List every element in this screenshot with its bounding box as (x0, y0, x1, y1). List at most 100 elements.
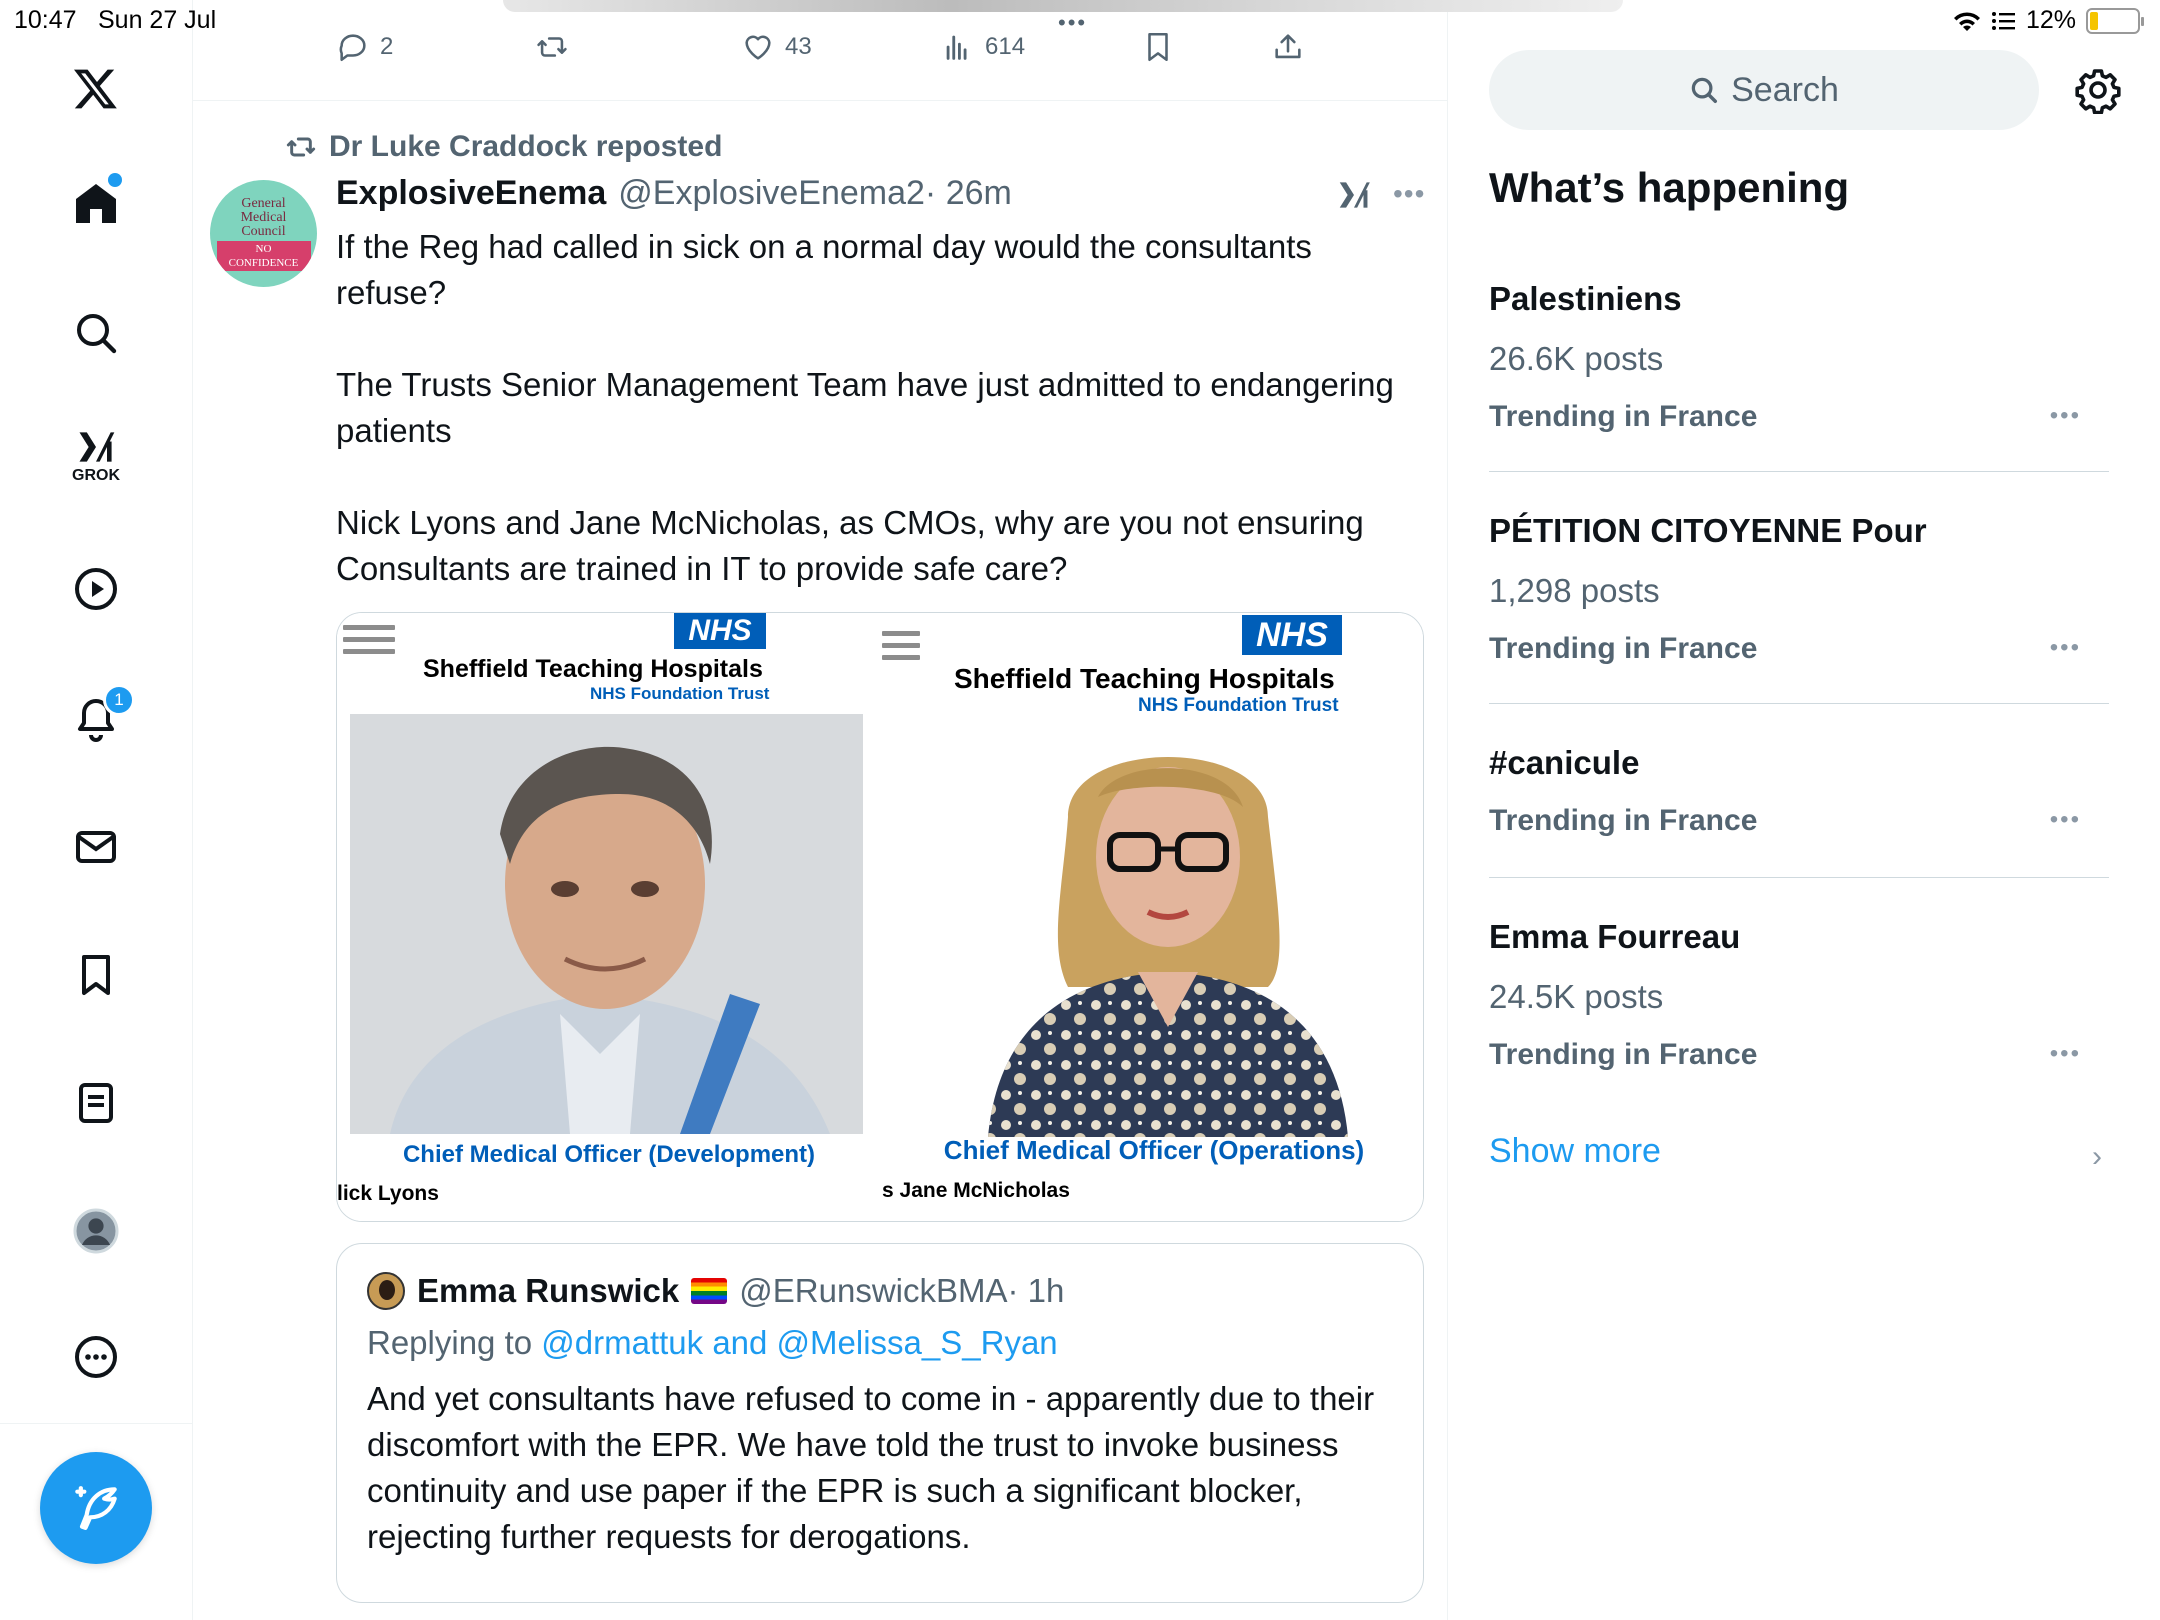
tweet-body: If the Reg had called in sick on a norma… (336, 224, 1416, 592)
nav-divider (0, 1423, 193, 1424)
show-more-link[interactable]: Show more (1489, 1132, 1661, 1171)
wifi-icon (1953, 11, 1980, 31)
home-icon[interactable] (61, 168, 131, 238)
tweet-paragraph: The Trusts Senior Management Team have j… (336, 366, 1394, 449)
status-time: 10:47 (14, 6, 77, 34)
settings-gear-icon[interactable] (2074, 66, 2122, 115)
profile-avatar-icon[interactable] (61, 1196, 131, 1266)
video-play-icon[interactable] (61, 554, 131, 624)
trend-context: Trending in France (1489, 1038, 1758, 1071)
tweet-divider (193, 100, 1448, 101)
lists-icon[interactable] (61, 1068, 131, 1138)
avatar-text-line: Medical (240, 209, 287, 225)
grok-explain-icon[interactable] (1335, 176, 1373, 219)
quoted-author-avatar[interactable] (367, 1272, 405, 1310)
trend-context: Trending in France (1489, 632, 1758, 665)
quoted-tweet-header: Emma Runswick @ERunswickBMA · 1h (367, 1272, 1393, 1310)
trend-name: #canicule (1489, 744, 1640, 781)
trend-divider (1489, 877, 2109, 878)
replying-to-prefix: Replying to (367, 1324, 533, 1361)
search-icon (1691, 77, 1718, 103)
messages-mail-icon[interactable] (61, 812, 131, 882)
quoted-author-name[interactable]: Emma Runswick (417, 1272, 679, 1310)
trend-more-options-icon[interactable]: ••• (2050, 806, 2081, 834)
trend-item[interactable]: PÉTITION CITOYENNE Pour 1,298 posts Tren… (1489, 512, 2109, 666)
trend-count: 1,298 posts (1489, 572, 1660, 609)
tweet-header: ExplosiveEnema @ExplosiveEnema2 · 26m (336, 174, 1012, 213)
status-right: 12% (1952, 6, 2144, 35)
search-icon[interactable] (61, 298, 131, 368)
bookmarks-icon[interactable] (61, 940, 131, 1010)
role-caption: Chief Medical Officer (Development) (402, 1141, 816, 1168)
photo-woman (968, 727, 1368, 1137)
nhs-logo: NHS (674, 613, 766, 649)
trend-more-options-icon[interactable]: ••• (2050, 402, 2081, 430)
trend-name: PÉTITION CITOYENNE Pour (1489, 512, 1927, 549)
grok-icon[interactable]: GROK (61, 420, 131, 490)
trend-context: Trending in France (1489, 400, 1758, 433)
trend-more-options-icon[interactable]: ••• (2050, 1040, 2081, 1068)
hospital-name: Sheffield Teaching Hospitals (954, 663, 1335, 694)
hamburger-menu-icon (343, 625, 395, 655)
search-placeholder: Search (1731, 70, 1839, 109)
repost-small-icon (286, 137, 316, 157)
notifications-bell-icon[interactable]: 1 (61, 684, 135, 754)
rainbow-flag-icon (691, 1278, 728, 1304)
person-name-caption: lick Lyons (337, 1182, 439, 1205)
nhs-logo: NHS (1242, 615, 1342, 655)
trend-name: Palestiniens (1489, 280, 1682, 317)
search-input[interactable]: Search (1489, 50, 2039, 130)
hamburger-menu-icon (882, 631, 920, 661)
media-image-right[interactable]: NHS Sheffield Teaching Hospitals NHS Fou… (880, 613, 1423, 1221)
trust-name: NHS Foundation Trust (590, 684, 770, 703)
author-avatar[interactable]: General Medical Council NO CONFIDENCE (210, 180, 317, 287)
media-image-left[interactable]: NHS Sheffield Teaching Hospitals NHS Fou… (337, 613, 880, 1221)
trend-divider (1489, 471, 2109, 472)
compose-post-button[interactable] (40, 1452, 152, 1564)
battery-icon (2086, 7, 2144, 34)
timeline: ••• 2 43 614 Dr Luke Craddock reposted G… (193, 0, 1623, 1620)
compose-feather-icon (75, 1486, 117, 1530)
trend-name: Emma Fourreau (1489, 918, 1741, 955)
trend-item[interactable]: Emma Fourreau 24.5K posts Trending in Fr… (1489, 918, 2109, 1072)
avatar-text-line: Council (241, 223, 286, 239)
home-unread-dot (108, 173, 122, 187)
tweet-paragraph: If the Reg had called in sick on a norma… (336, 228, 1312, 311)
left-navigation: GROK 1 (0, 0, 193, 1620)
status-date: Sun 27 Jul (98, 6, 217, 34)
notification-count-badge: 1 (103, 684, 135, 716)
trust-name: NHS Foundation Trust (1138, 695, 1339, 716)
more-options-icon[interactable] (61, 1322, 131, 1392)
avatar-stamp: NO CONFIDENCE (216, 240, 311, 271)
repost-context[interactable]: Dr Luke Craddock reposted (285, 130, 722, 164)
chevron-right-icon[interactable]: › (2092, 1140, 2102, 1174)
battery-percent: 12% (2025, 6, 2076, 34)
trend-context: Trending in France (1489, 804, 1758, 837)
trend-more-options-icon[interactable]: ••• (2050, 634, 2081, 662)
x-logo-icon[interactable] (61, 54, 131, 124)
whats-happening-title: What’s happening (1489, 164, 1850, 211)
trend-item[interactable]: Palestiniens 26.6K posts Trending in Fra… (1489, 280, 2109, 434)
author-handle[interactable]: @ExplosiveEnema2 (618, 174, 925, 213)
replying-to-mentions[interactable]: @drmattuk and @Melissa_S_Ryan (541, 1324, 1057, 1361)
quoted-tweet-text: And yet consultants have refused to come… (367, 1380, 1375, 1555)
status-bar: 10:47 Sun 27 Jul 12% (0, 0, 2160, 40)
tweet-media[interactable]: NHS Sheffield Teaching Hospitals NHS Fou… (336, 612, 1424, 1222)
trend-item[interactable]: #canicule Trending in France ••• (1489, 744, 2109, 838)
trend-divider (1489, 703, 2109, 704)
tweet-paragraph: Nick Lyons and Jane McNicholas, as CMOs,… (336, 504, 1364, 587)
quoted-tweet-time[interactable]: · 1h (1008, 1272, 1065, 1310)
tweet-more-options-icon[interactable]: ••• (1393, 178, 1425, 210)
avatar-text-line: General (241, 195, 286, 211)
tweet-time[interactable]: · 26m (925, 174, 1012, 213)
trend-count: 26.6K posts (1489, 340, 1664, 377)
quoted-author-handle[interactable]: @ERunswickBMA (739, 1272, 1007, 1310)
trend-count: 24.5K posts (1489, 978, 1664, 1015)
replying-to: Replying to @drmattuk and @Melissa_S_Rya… (367, 1324, 1393, 1362)
quoted-tweet[interactable]: Emma Runswick @ERunswickBMA · 1h Replyin… (336, 1243, 1424, 1603)
hospital-name: Sheffield Teaching Hospitals (423, 655, 763, 683)
author-name[interactable]: ExplosiveEnema (336, 174, 606, 213)
photo-man (350, 714, 863, 1134)
person-name-caption: s Jane McNicholas (882, 1179, 1070, 1202)
role-caption: Chief Medical Officer (Operations) (943, 1135, 1365, 1165)
